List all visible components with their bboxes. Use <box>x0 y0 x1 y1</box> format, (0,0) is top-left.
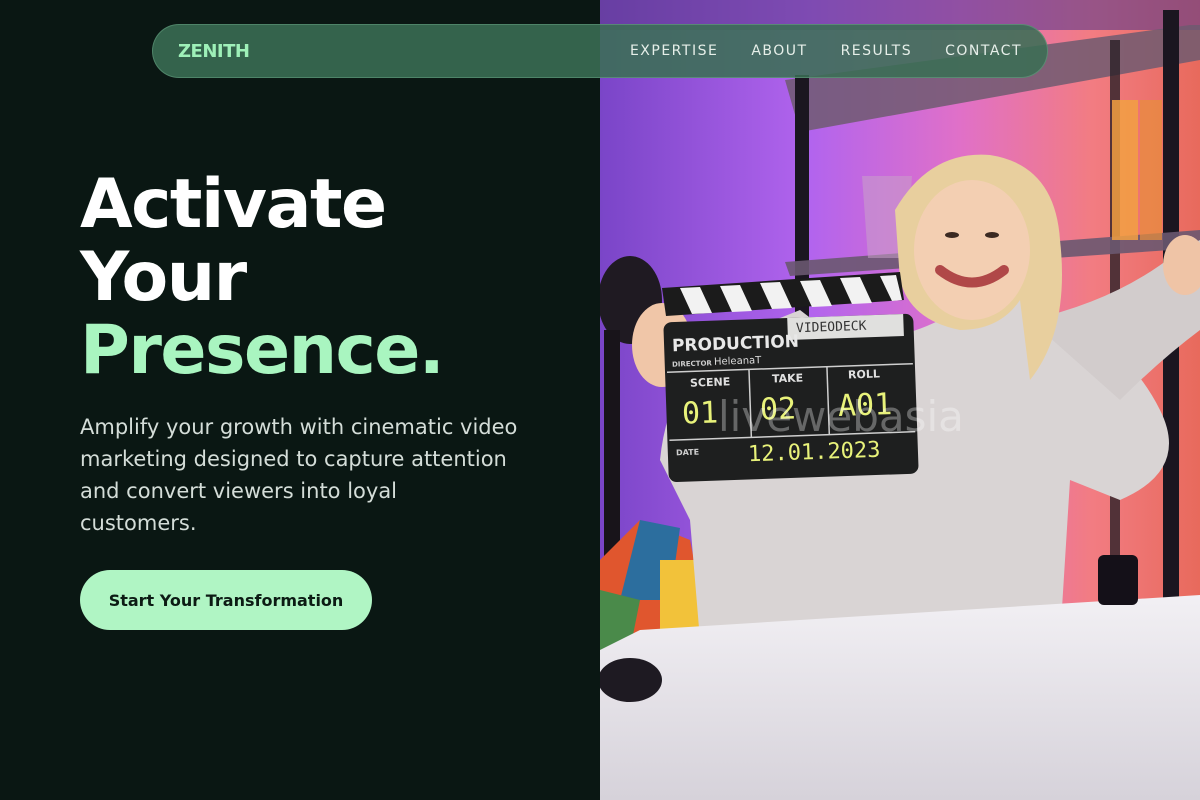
nav-links: EXPERTISE ABOUT RESULTS CONTACT <box>630 43 1022 59</box>
nav-link-results[interactable]: RESULTS <box>841 43 913 59</box>
nav-link-contact[interactable]: CONTACT <box>945 43 1022 59</box>
headline-line-1: Activate <box>80 165 387 244</box>
nav-link-expertise[interactable]: EXPERTISE <box>630 43 718 59</box>
start-transformation-button[interactable]: Start Your Transformation <box>80 570 372 630</box>
nav-link-about[interactable]: ABOUT <box>751 43 807 59</box>
headline-line-2: Your <box>80 238 247 317</box>
hero-panel <box>0 0 600 800</box>
hero-photo <box>600 0 1200 800</box>
headline-line-3: Presence. <box>80 311 445 390</box>
brand-logo[interactable]: ZENITH <box>178 41 250 62</box>
hero-headline: Activate Your Presence. <box>80 165 445 390</box>
hero-subtext: Amplify your growth with cinematic video… <box>80 415 518 535</box>
hero-photo-illustration <box>600 0 1200 800</box>
top-nav: ZENITH EXPERTISE ABOUT RESULTS CONTACT <box>152 24 1048 78</box>
